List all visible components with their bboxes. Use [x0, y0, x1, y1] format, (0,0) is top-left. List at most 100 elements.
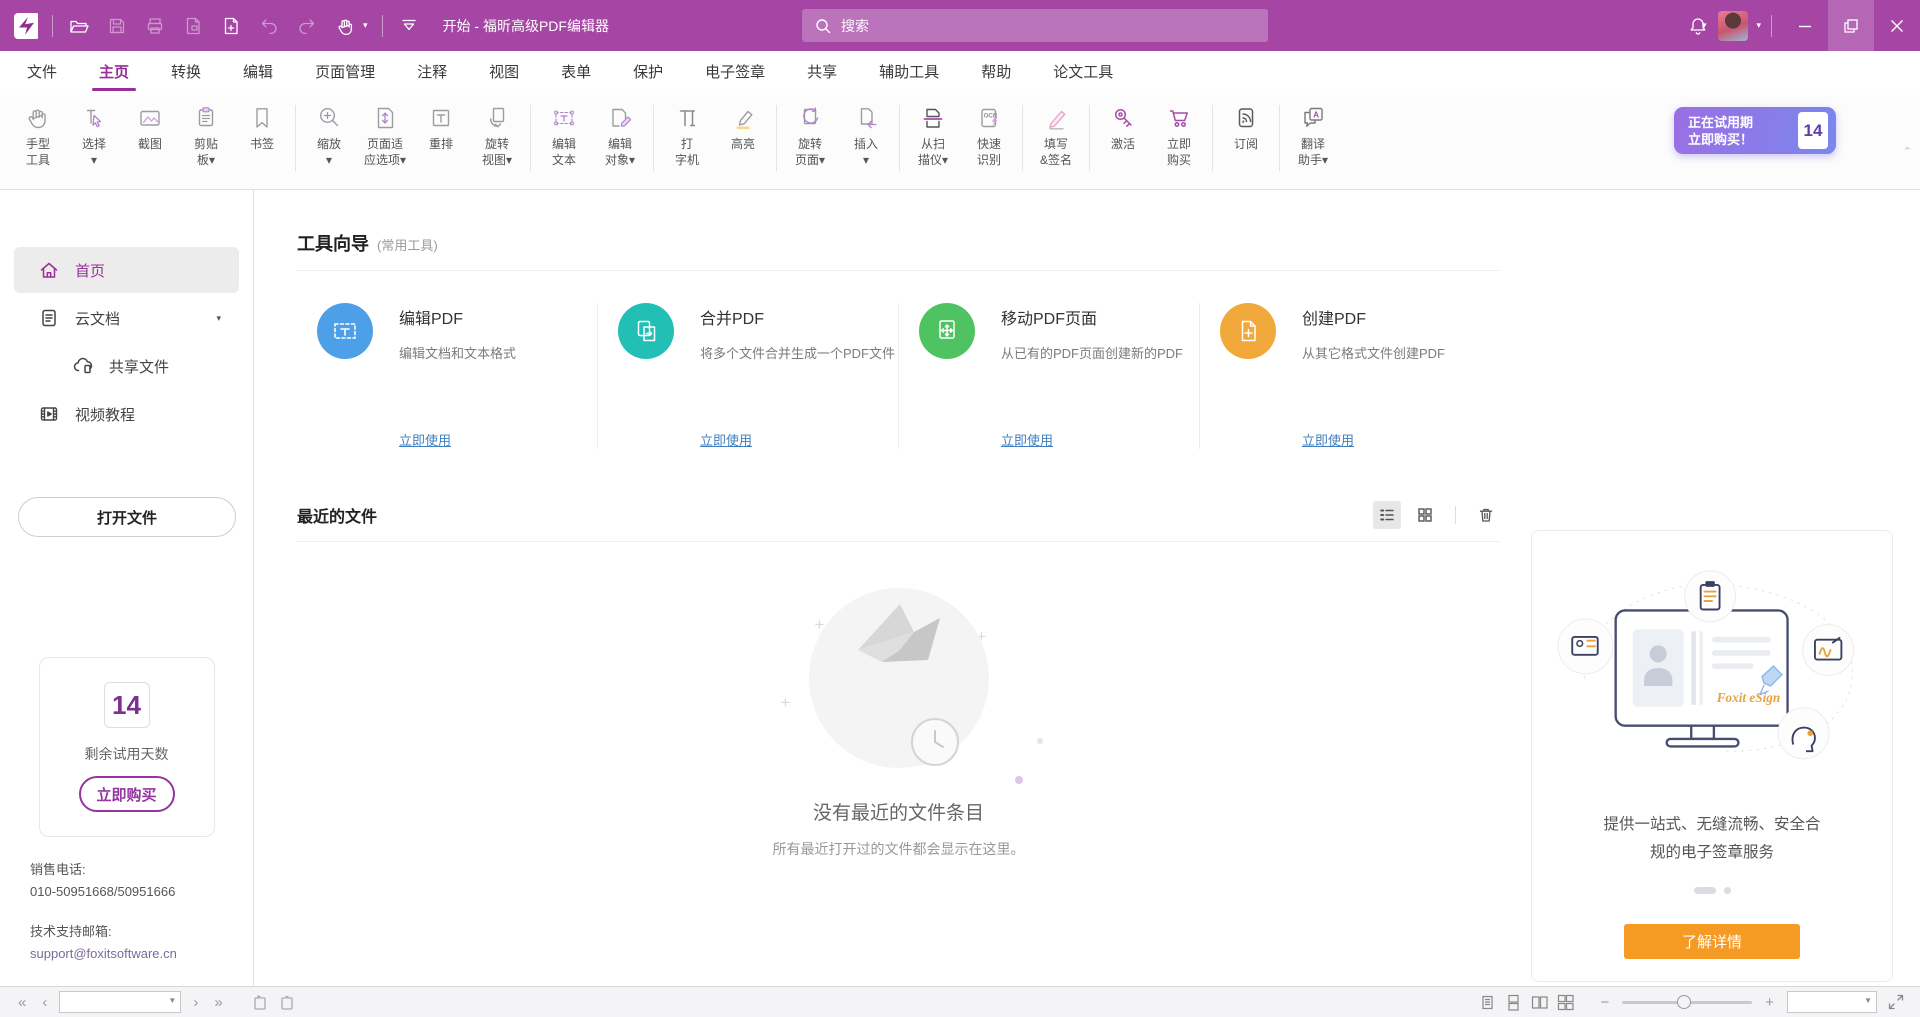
account-dropdown-caret[interactable]: ▾ [1756, 20, 1761, 31]
chevron-down-icon[interactable]: ▾ [216, 313, 221, 324]
zoom-in-button[interactable]: + [1761, 994, 1778, 1011]
sidebar-item-cloud-docs[interactable]: 云文档 ▾ [14, 295, 239, 341]
tool-card-create-pdf[interactable]: 创建PDF从其它格式文件创建PDF 立即使用 [1200, 303, 1500, 449]
menu-form[interactable]: 表单 [540, 51, 612, 95]
tool-insert[interactable]: 插入▾ [838, 101, 894, 168]
previous-page-button[interactable]: ‹ [38, 994, 51, 1011]
menu-help[interactable]: 帮助 [960, 51, 1032, 95]
divider [1455, 506, 1456, 524]
notifications-dropdown-caret[interactable]: ▾ [1702, 20, 1707, 31]
buy-now-button[interactable]: 立即购买 [79, 776, 175, 812]
open-file-button[interactable]: 打开文件 [18, 497, 236, 537]
tool-highlight[interactable]: 高亮 [715, 101, 771, 152]
tool-bookmark[interactable]: 书签 [234, 101, 290, 152]
tool-card-merge-pdf[interactable]: 合并PDF将多个文件合并生成一个PDF文件 立即使用 [598, 303, 899, 449]
tool-typewriter[interactable]: 打字机 [659, 101, 715, 168]
tool-fill-sign[interactable]: 填写&签名 [1028, 101, 1084, 168]
list-view-button[interactable] [1373, 501, 1401, 529]
hand-tool-icon[interactable] [333, 14, 357, 38]
tool-buy-now[interactable]: 立即购买 [1151, 101, 1207, 168]
fit-screen-icon[interactable] [1886, 992, 1906, 1012]
chevron-down-icon[interactable]: ▼ [1864, 996, 1872, 1005]
menu-file[interactable]: 文件 [6, 51, 78, 95]
menu-paper-tools[interactable]: 论文工具 [1032, 51, 1134, 95]
tool-reflow[interactable]: 重排 [413, 101, 469, 152]
use-now-link[interactable]: 立即使用 [1001, 430, 1053, 449]
single-page-view-icon[interactable] [1479, 994, 1496, 1011]
tool-subscribe[interactable]: 订阅 [1218, 101, 1274, 152]
sidebar-item-video-tutorials[interactable]: 视频教程 [14, 391, 239, 437]
tool-quick-ocr[interactable]: OCR快速识别 [961, 101, 1017, 168]
use-now-link[interactable]: 立即使用 [399, 430, 451, 449]
search-bar[interactable] [802, 9, 1268, 42]
trial-badge[interactable]: 正在试用期立即购买！ 14 [1674, 107, 1836, 154]
hand-tool-dropdown-caret[interactable]: ▾ [363, 20, 368, 31]
menu-protect[interactable]: 保护 [612, 51, 684, 95]
use-now-link[interactable]: 立即使用 [1302, 430, 1354, 449]
tool-clipboard[interactable]: 剪贴板▾ [178, 101, 234, 168]
carousel-dot-active[interactable] [1694, 887, 1716, 894]
menu-home[interactable]: 主页 [78, 51, 150, 95]
learn-more-button[interactable]: 了解详情 [1624, 924, 1800, 959]
scroll-up-chevron-icon[interactable]: ⌃ [1903, 145, 1912, 158]
grid-view-button[interactable] [1411, 501, 1439, 529]
next-page-button[interactable]: › [189, 994, 202, 1011]
facing-view-icon[interactable] [1531, 994, 1548, 1011]
undo-icon[interactable] [257, 14, 281, 38]
save-icon[interactable] [105, 14, 129, 38]
previous-view-icon[interactable] [251, 993, 269, 1011]
facing-continuous-view-icon[interactable] [1557, 994, 1574, 1011]
tool-edit-text[interactable]: 编辑文本 [536, 101, 592, 168]
first-page-button[interactable]: « [14, 994, 30, 1011]
create-page-icon[interactable] [219, 14, 243, 38]
menu-edit[interactable]: 编辑 [222, 51, 294, 95]
tool-activate[interactable]: 激活 [1095, 101, 1151, 152]
support-email-address[interactable]: support@foxitsoftware.cn [30, 943, 253, 965]
chevron-down-icon[interactable]: ▼ [168, 996, 176, 1005]
tool-card-move-pdf-pages[interactable]: 移动PDF页面从已有的PDF页面创建新的PDF 立即使用 [899, 303, 1200, 449]
menu-comment[interactable]: 注释 [396, 51, 468, 95]
maximize-restore-button[interactable] [1828, 0, 1874, 51]
tool-fit-options[interactable]: 页面适应选项▾ [357, 101, 413, 168]
use-now-link[interactable]: 立即使用 [700, 430, 752, 449]
search-input[interactable] [841, 18, 1221, 34]
tool-zoom[interactable]: 缩放▾ [301, 101, 357, 168]
tool-snapshot[interactable]: 截图 [122, 101, 178, 152]
next-view-icon[interactable] [277, 993, 295, 1011]
carousel-dots[interactable] [1532, 887, 1892, 894]
carousel-dot[interactable] [1724, 887, 1731, 894]
redo-icon[interactable] [295, 14, 319, 38]
empty-illustration [809, 588, 989, 768]
account-avatar[interactable] [1718, 11, 1748, 41]
tool-card-edit-pdf[interactable]: 编辑PDF编辑文档和文本格式 立即使用 [297, 303, 598, 449]
tool-hand[interactable]: 手型工具 [10, 101, 66, 168]
zoom-slider[interactable] [1622, 1001, 1752, 1004]
last-page-button[interactable]: » [210, 994, 226, 1011]
menu-esign[interactable]: 电子签章 [684, 51, 786, 95]
tool-rotate-pages[interactable]: 旋转页面▾ [782, 101, 838, 168]
print-icon[interactable] [143, 14, 167, 38]
collapse-toolbar-icon[interactable] [397, 14, 421, 38]
close-button[interactable] [1874, 0, 1920, 51]
tool-translate-assistant[interactable]: A翻译助手▾ [1285, 101, 1341, 168]
tool-from-scanner[interactable]: 从扫描仪▾ [905, 101, 961, 168]
tool-select[interactable]: 选择▾ [66, 101, 122, 168]
menu-accessibility[interactable]: 辅助工具 [858, 51, 960, 95]
menu-view[interactable]: 视图 [468, 51, 540, 95]
export-page-icon[interactable] [181, 14, 205, 38]
clipboard-icon [191, 103, 221, 133]
menu-convert[interactable]: 转换 [150, 51, 222, 95]
clear-recent-trash-button[interactable] [1472, 501, 1500, 529]
sidebar-item-shared-files[interactable]: 共享文件 [14, 343, 239, 389]
menu-page-organize[interactable]: 页面管理 [294, 51, 396, 95]
tool-rotate-view[interactable]: 旋转视图▾ [469, 101, 525, 168]
minimize-button[interactable] [1782, 0, 1828, 51]
tool-edit-object[interactable]: 编辑对象▾ [592, 101, 648, 168]
continuous-view-icon[interactable] [1505, 994, 1522, 1011]
menu-share[interactable]: 共享 [786, 51, 858, 95]
page-number-input[interactable] [59, 991, 181, 1013]
zoom-slider-thumb[interactable] [1677, 995, 1691, 1009]
zoom-out-button[interactable]: − [1596, 994, 1613, 1011]
open-file-icon[interactable] [67, 14, 91, 38]
sidebar-item-home[interactable]: 首页 [14, 247, 239, 293]
